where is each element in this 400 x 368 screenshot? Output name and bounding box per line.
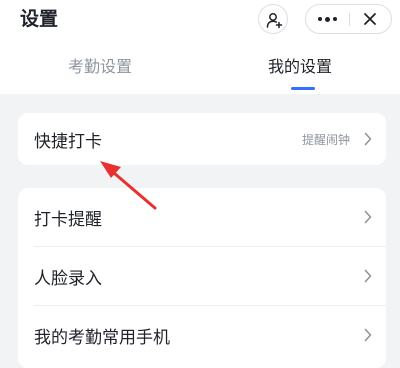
add-user-icon <box>266 13 283 29</box>
reminder-alarm-label: 提醒闹钟 <box>301 132 350 147</box>
quick-clock-in-row[interactable]: 快捷打卡 提醒闹钟 <box>18 113 386 165</box>
list-item-label: 我的考勤常用手机 <box>34 327 170 348</box>
top-bar: 设置 考勤设置 我的设置 <box>0 0 400 94</box>
chevron-right-icon <box>364 328 372 342</box>
list-item-label: 人脸录入 <box>34 268 102 289</box>
settings-list-card: 打卡提醒 人脸录入 我的考勤常用手机 <box>18 188 386 368</box>
chevron-right-icon <box>364 269 372 283</box>
quick-clock-in-card: 快捷打卡 提醒闹钟 <box>18 113 386 165</box>
more-icon <box>318 17 322 21</box>
mini-program-capsule <box>305 4 392 34</box>
tab-attendance-settings[interactable]: 考勤设置 <box>0 52 200 82</box>
list-item-label: 打卡提醒 <box>34 209 102 230</box>
close-button[interactable] <box>350 5 391 33</box>
quick-clock-in-label: 快捷打卡 <box>34 131 102 152</box>
chevron-right-icon <box>364 210 372 224</box>
list-item-clock-in-reminder[interactable]: 打卡提醒 <box>18 188 386 246</box>
list-item-face-enrollment[interactable]: 人脸录入 <box>18 247 386 305</box>
close-icon <box>364 13 376 25</box>
list-item-common-phone[interactable]: 我的考勤常用手机 <box>18 306 386 364</box>
page-title: 设置 <box>20 8 59 30</box>
tab-my-settings[interactable]: 我的设置 <box>200 52 400 82</box>
active-tab-indicator <box>291 87 315 90</box>
more-button[interactable] <box>306 5 349 33</box>
add-user-button[interactable] <box>258 4 288 34</box>
chevron-right-icon <box>364 132 372 146</box>
